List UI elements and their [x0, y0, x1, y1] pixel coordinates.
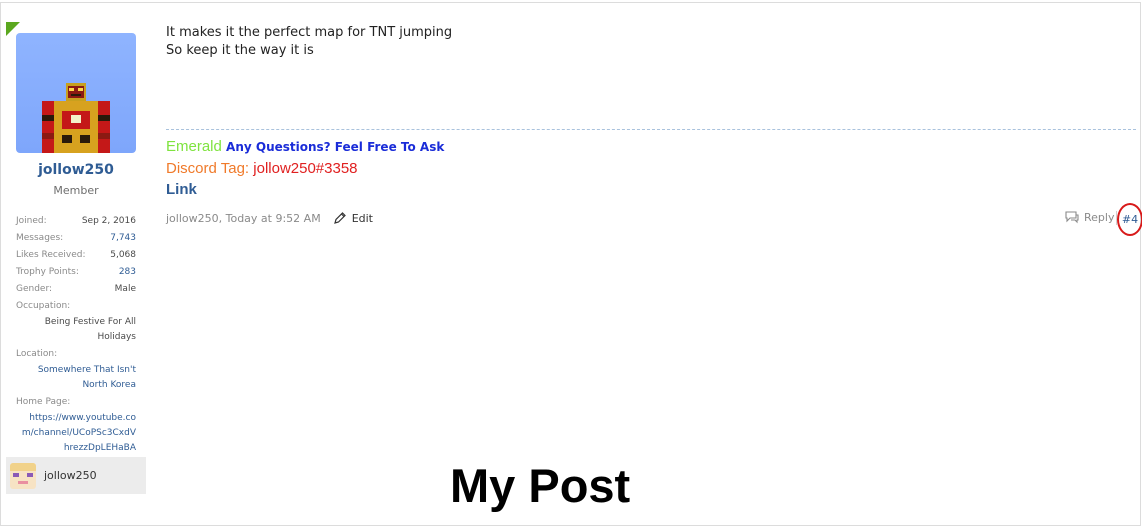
homepage-line[interactable]: hrezzDpLEHaBA [16, 441, 136, 456]
user-extra-info: Joined: Sep 2, 2016 Messages: 7,743 Like… [16, 214, 136, 458]
occupation-label: Occupation: [16, 301, 71, 311]
info-label: Gender: [16, 284, 53, 294]
message-line: So keep it the way it is [166, 43, 314, 58]
occupation-line: Being Festive For All [44, 317, 136, 327]
reply-label: Reply [1084, 210, 1115, 224]
post-meta: jollow250, Today at 9:52 AM Edit [166, 211, 373, 225]
avatar[interactable] [16, 33, 136, 153]
signature-divider [166, 129, 1136, 130]
user-title: Member [53, 184, 99, 197]
mini-username[interactable]: jollow250 [44, 469, 97, 482]
edit-button[interactable]: Edit [333, 211, 373, 225]
occupation-value: Being Festive For All Holidays [16, 315, 136, 345]
mini-avatar[interactable] [10, 462, 36, 489]
info-joined: Joined: Sep 2, 2016 [16, 214, 136, 231]
info-label: Likes Received: [16, 250, 86, 260]
pencil-icon [333, 212, 346, 224]
signature-emerald: Emerald [166, 138, 222, 155]
username[interactable]: jollow250 [0, 162, 152, 178]
signature-ask: Any Questions? Feel Free To Ask [226, 140, 445, 154]
signature: Emerald Any Questions? Feel Free To Ask … [166, 136, 444, 201]
info-likes: Likes Received: 5,068 [16, 248, 136, 265]
signature-line: Emerald Any Questions? Feel Free To Ask [166, 136, 444, 158]
info-gender: Gender: Male [16, 282, 136, 299]
discord-value: jollow250#3358 [253, 160, 358, 177]
post-number-link[interactable]: #4 [1117, 203, 1142, 236]
message-body: It makes it the perfect map for TNT jump… [166, 24, 452, 60]
messages-link[interactable]: 7,743 [110, 231, 136, 248]
occupation-line: Holidays [97, 332, 136, 342]
trophy-link[interactable]: 283 [119, 265, 136, 282]
info-label: Trophy Points: [16, 267, 79, 277]
post-container [0, 2, 1141, 526]
info-trophy: Trophy Points: 283 [16, 265, 136, 282]
homepage-line[interactable]: https://www.youtube.co [16, 411, 136, 426]
info-value: Sep 2, 2016 [81, 216, 136, 226]
mini-user-card[interactable]: jollow250 [6, 457, 146, 494]
info-label: Joined: [16, 216, 47, 226]
edit-label: Edit [351, 211, 373, 225]
info-value: 5,068 [110, 250, 136, 260]
location-label: Location: [16, 349, 58, 359]
author-time[interactable]: jollow250, Today at 9:52 AM [166, 212, 321, 225]
discord-label: Discord Tag: [166, 160, 250, 177]
signature-line: Discord Tag: jollow250#3358 [166, 158, 444, 179]
location-link[interactable]: Somewhere That Isn't North Korea [16, 363, 136, 393]
homepage-label: Home Page: [16, 397, 71, 407]
speech-bubble-icon [1065, 211, 1079, 224]
homepage-link[interactable]: https://www.youtube.co m/channel/UCoPSc3… [16, 411, 136, 456]
location-line[interactable]: Somewhere That Isn't [16, 363, 136, 378]
signature-link[interactable]: Link [166, 179, 444, 201]
info-label: Messages: [16, 233, 64, 243]
homepage-line[interactable]: m/channel/UCoPSc3CxdV [16, 426, 136, 441]
info-messages: Messages: 7,743 [16, 231, 136, 248]
annotation-label: My Post [450, 459, 631, 512]
location-line[interactable]: North Korea [16, 378, 136, 393]
info-value: Male [114, 284, 136, 294]
message-line: It makes it the perfect map for TNT jump… [166, 25, 453, 40]
reply-button[interactable]: Reply [1064, 210, 1114, 224]
